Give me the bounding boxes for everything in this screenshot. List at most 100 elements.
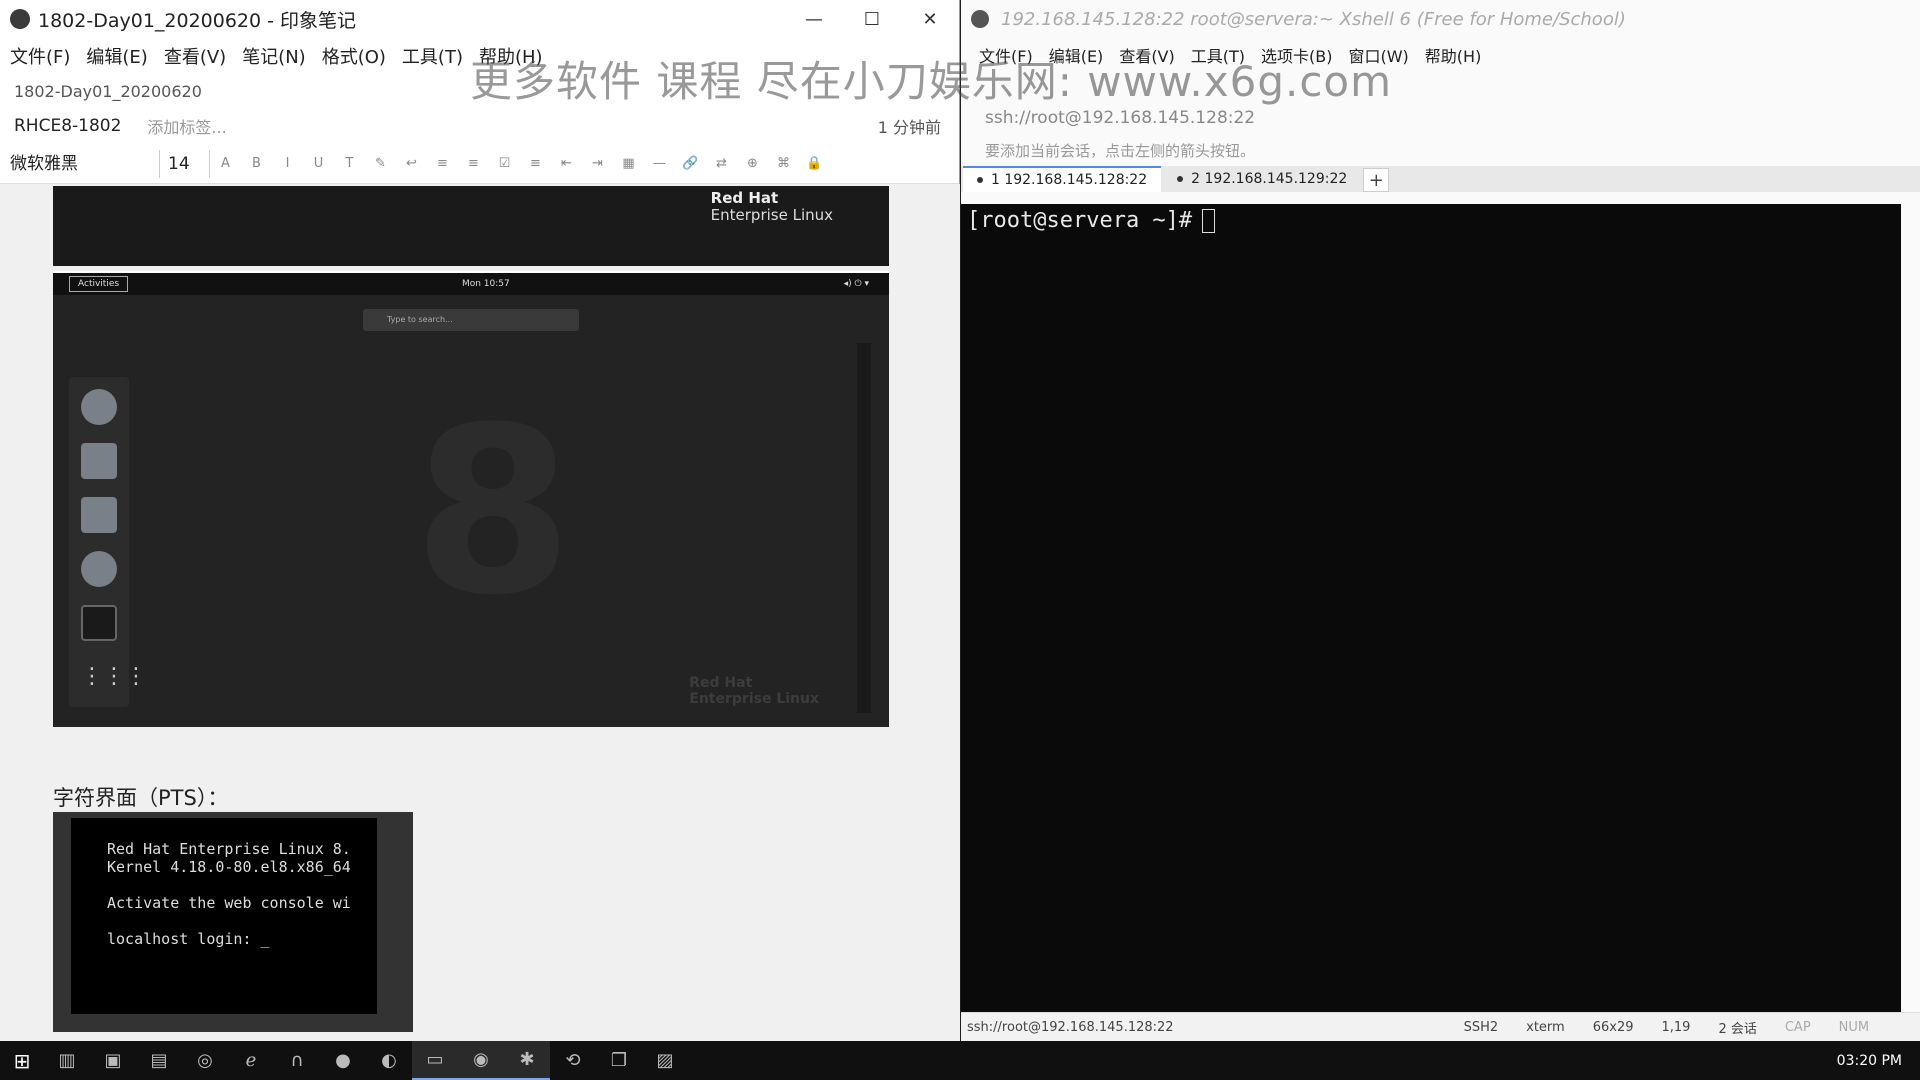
chrome-icon[interactable]: ◎ — [182, 1041, 228, 1080]
gnome-wm-product: Enterprise Linux — [689, 691, 819, 707]
close-button[interactable]: ✕ — [901, 0, 959, 38]
redhat-banner-image: Red Hat Enterprise Linux — [53, 186, 889, 266]
status-caps: CAP — [1784, 1019, 1811, 1035]
table-button[interactable]: ▦ — [613, 156, 644, 171]
minimize-button[interactable]: — — [785, 0, 843, 38]
firefox-icon[interactable]: ● — [320, 1041, 366, 1080]
number-list-button[interactable]: ≡ — [458, 156, 489, 171]
taskbar-clock[interactable]: 03:20 PM — [1837, 1053, 1902, 1069]
xshell-titlebar: 192.168.145.128:22 root@servera:~ Xshell… — [961, 0, 1920, 38]
headset-icon[interactable]: ∩ — [274, 1041, 320, 1080]
menu-help[interactable]: 帮助(H) — [479, 43, 543, 69]
video-icon[interactable]: ▭ — [412, 1041, 458, 1080]
font-family-select[interactable]: 微软雅黑 — [10, 149, 160, 178]
italic-button[interactable]: I — [272, 156, 303, 171]
xshell-window-title: 192.168.145.128:22 root@servera:~ Xshell… — [1001, 8, 1626, 30]
indent-button[interactable]: ⇥ — [582, 156, 613, 171]
xs-menu-edit[interactable]: 编辑(E) — [1049, 43, 1104, 67]
pts-line: Red Hat Enterprise Linux 8. — [107, 840, 351, 858]
session-tab-label: 2 192.168.145.129:22 — [1191, 171, 1348, 187]
highlight-button[interactable]: ✎ — [365, 156, 396, 171]
evernote-app-icon — [10, 9, 30, 29]
evernote-icon[interactable]: ◉ — [458, 1041, 504, 1080]
add-tag-input[interactable]: 添加标签... — [147, 114, 226, 138]
menu-format[interactable]: 格式(O) — [322, 43, 386, 69]
session-tab-label: 1 192.168.145.128:22 — [991, 172, 1148, 188]
terminal-icon — [81, 605, 117, 641]
font-color-button[interactable]: A — [210, 156, 241, 171]
maximize-button[interactable]: ☐ — [843, 0, 901, 38]
browser-icon[interactable]: ◐ — [366, 1041, 412, 1080]
bold-button[interactable]: B — [241, 156, 272, 171]
menu-file[interactable]: 文件(F) — [10, 43, 70, 69]
vm-icon[interactable]: ⟲ — [550, 1041, 596, 1080]
undo-button[interactable]: ↩ — [396, 156, 427, 171]
explorer-icon[interactable]: ▤ — [136, 1041, 182, 1080]
session-status-icon — [977, 177, 983, 183]
xs-menu-help[interactable]: 帮助(H) — [1425, 43, 1482, 67]
pts-heading: 字符界面（PTS）： — [53, 786, 229, 810]
new-tab-button[interactable]: + — [1363, 168, 1390, 192]
evernote-window-title: 1802-Day01_20200620 - 印象笔记 — [38, 9, 357, 32]
xs-menu-tabs[interactable]: 选项卡(B) — [1261, 43, 1332, 67]
xs-menu-window[interactable]: 窗口(W) — [1348, 43, 1408, 67]
link-button[interactable]: 🔗 — [675, 156, 706, 171]
format-toolbar: 微软雅黑 14 A B I U T ✎ ↩ ≡ ≡ ☑ ≡ ⇤ ⇥ ▦ — 🔗 … — [0, 144, 959, 184]
xshell-icon[interactable]: ✱ — [504, 1041, 550, 1080]
xshell-window: 192.168.145.128:22 root@servera:~ Xshell… — [961, 0, 1920, 1041]
strikethrough-button[interactable]: T — [334, 156, 365, 171]
xshell-toolbar — [961, 72, 1920, 102]
gnome-activities: Activities — [69, 276, 129, 292]
status-connection: ssh://root@192.168.145.128:22 — [967, 1019, 1174, 1035]
status-cursor-pos: 1,19 — [1661, 1019, 1691, 1035]
session-tab-1[interactable]: 1 192.168.145.128:22 — [963, 166, 1162, 192]
window-icon[interactable]: ❐ — [596, 1041, 642, 1080]
code-button[interactable]: ⇄ — [706, 156, 737, 171]
bullet-list-button[interactable]: ≡ — [427, 156, 458, 171]
photos-icon[interactable]: ▨ — [642, 1041, 688, 1080]
checkbox-button[interactable]: ☑ — [489, 156, 520, 171]
menu-note[interactable]: 笔记(N) — [242, 43, 306, 69]
evernote-titlebar: 1802-Day01_20200620 - 印象笔记 — ☐ ✕ — [0, 0, 959, 38]
gnome-dash: ⋮⋮⋮ — [69, 377, 147, 707]
status-num: NUM — [1838, 1019, 1870, 1035]
menu-edit[interactable]: 编辑(E) — [86, 43, 147, 69]
font-size-select[interactable]: 14 — [160, 149, 210, 178]
note-title[interactable]: 1802-Day01_20200620 — [0, 74, 959, 108]
firefox-icon — [81, 389, 117, 425]
note-body[interactable]: Red Hat Enterprise Linux Activities Mon … — [0, 184, 960, 1041]
session-tab-2[interactable]: 2 192.168.145.129:22 — [1163, 166, 1361, 192]
task-view-icon[interactable]: ▥ — [44, 1041, 90, 1080]
xshell-menubar: 文件(F) 编辑(E) 查看(V) 工具(T) 选项卡(B) 窗口(W) 帮助(… — [961, 38, 1920, 72]
underline-button[interactable]: U — [303, 156, 334, 171]
xs-menu-tools[interactable]: 工具(T) — [1191, 43, 1245, 67]
terminal-scrollbar[interactable] — [1901, 204, 1920, 1012]
pts-line — [71, 912, 377, 930]
gnome-power-icon: ◂) ⏻ ▾ — [843, 279, 869, 289]
align-button[interactable]: ≡ — [520, 156, 551, 171]
outdent-button[interactable]: ⇤ — [551, 156, 582, 171]
terminal-area[interactable]: [root@servera ~]# — [961, 204, 1901, 1012]
insert-button[interactable]: ⊕ — [737, 156, 768, 171]
xshell-address-bar[interactable]: ssh://root@192.168.145.128:22 — [961, 102, 1920, 134]
gnome-wallpaper-8: 8 — [413, 379, 574, 646]
lock-button[interactable]: 🔒 — [799, 156, 830, 171]
xs-menu-view[interactable]: 查看(V) — [1119, 43, 1174, 67]
menu-view[interactable]: 查看(V) — [164, 43, 226, 69]
app-grid-icon: ⋮⋮⋮ — [81, 664, 147, 689]
updated-time[interactable]: 1 分钟前 — [878, 114, 941, 138]
pts-line: localhost login: _ — [107, 930, 270, 948]
store-icon[interactable]: ▣ — [90, 1041, 136, 1080]
session-status-icon — [1177, 176, 1184, 182]
notebook-selector[interactable]: RHCE8-1802 — [14, 116, 121, 136]
more-button[interactable]: ⌘ — [768, 156, 799, 171]
menu-tools[interactable]: 工具(T) — [402, 43, 463, 69]
evernote-window: 1802-Day01_20200620 - 印象笔记 — ☐ ✕ 文件(F) 编… — [0, 0, 960, 1041]
gnome-wm-brand: Red Hat — [689, 675, 753, 691]
xs-menu-file[interactable]: 文件(F) — [979, 43, 1033, 67]
xshell-statusbar: ssh://root@192.168.145.128:22 SSH2 xterm… — [961, 1012, 1920, 1041]
edge-icon[interactable]: ℯ — [228, 1041, 274, 1080]
start-button[interactable]: ⊞ — [0, 1041, 44, 1080]
gnome-desktop-screenshot: Activities Mon 10:57 ◂) ⏻ ▾ Type to sear… — [53, 271, 889, 727]
divider-button[interactable]: — — [644, 156, 675, 171]
